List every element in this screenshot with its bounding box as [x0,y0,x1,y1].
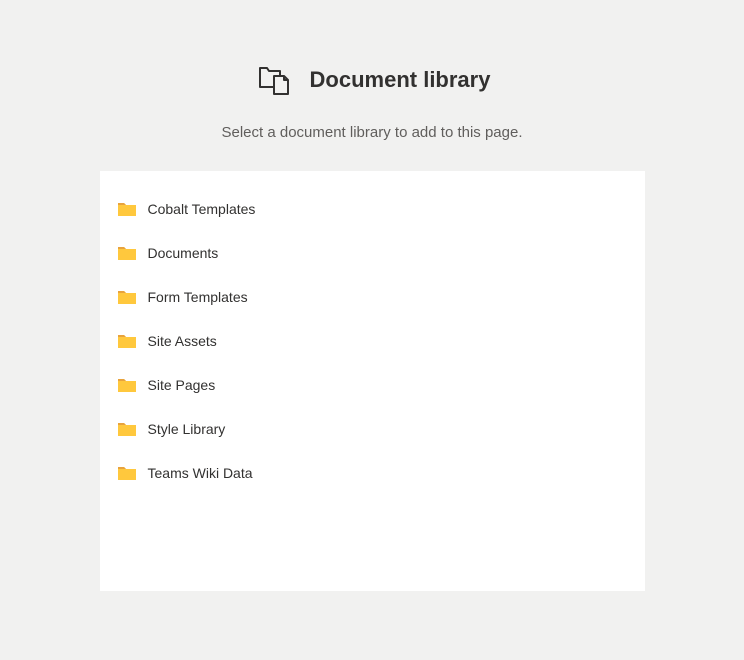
folder-icon [118,289,136,305]
library-name: Teams Wiki Data [148,465,253,481]
folder-icon [118,465,136,481]
library-name: Documents [148,245,219,261]
library-name: Cobalt Templates [148,201,256,217]
list-item-2[interactable]: Form Templates [100,279,645,315]
list-item-4[interactable]: Site Pages [100,367,645,403]
page-subtitle: Select a document library to add to this… [0,124,744,141]
library-name: Style Library [148,421,226,437]
list-item-0[interactable]: Cobalt Templates [100,191,645,227]
folder-icon [118,377,136,393]
folder-icon [118,421,136,437]
library-list-panel: Cobalt Templates Documents Form Template… [100,171,645,591]
library-list: Cobalt Templates Documents Form Template… [100,191,645,491]
library-name: Site Assets [148,333,217,349]
list-item-1[interactable]: Documents [100,235,645,271]
folder-icon [118,245,136,261]
header-row: Document library [0,60,744,100]
list-item-5[interactable]: Style Library [100,411,645,447]
page-title: Document library [310,67,491,93]
list-item-3[interactable]: Site Assets [100,323,645,359]
page-header: Document library Select a document libra… [0,0,744,171]
folder-icon [118,333,136,349]
folder-icon [118,201,136,217]
library-name: Site Pages [148,377,216,393]
document-library-icon [254,60,294,100]
list-item-6[interactable]: Teams Wiki Data [100,455,645,491]
library-name: Form Templates [148,289,248,305]
